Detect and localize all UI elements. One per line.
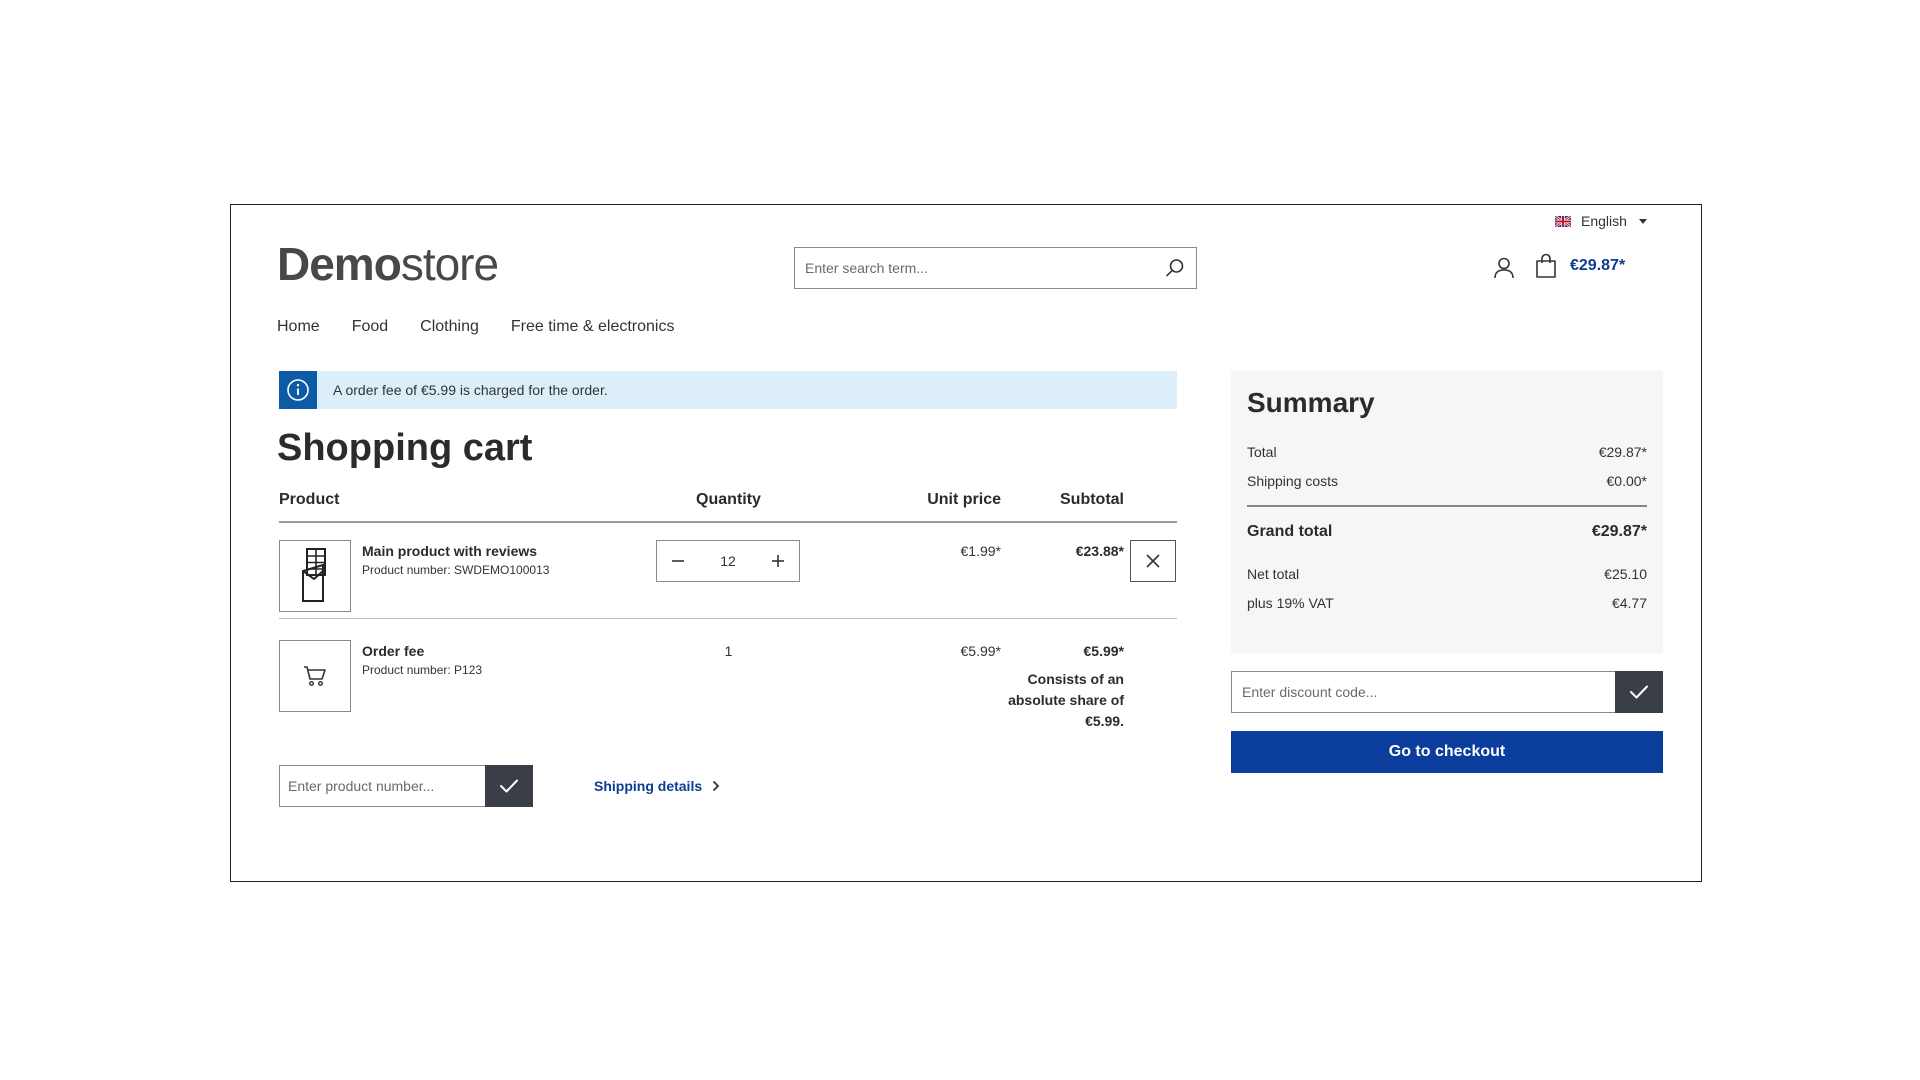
increase-quantity-button[interactable] (757, 541, 799, 581)
language-switcher[interactable]: English (1555, 213, 1647, 229)
product-number: Product number: P123 (362, 663, 483, 677)
order-fee-alert: A order fee of €5.99 is charged for the … (279, 371, 1177, 409)
summary-title: Summary (1247, 387, 1375, 418)
column-header-unit-price: Unit price (927, 491, 1001, 508)
discount-form (1231, 671, 1663, 713)
go-to-checkout-button[interactable]: Go to checkout (1231, 731, 1663, 773)
grand-total-label: Grand total (1247, 523, 1333, 540)
total-value: €29.87* (1598, 444, 1647, 460)
column-header-quantity: Quantity (696, 491, 761, 508)
unit-price: €1.99* (960, 543, 1001, 559)
table-header-divider (279, 521, 1177, 523)
nav-item-food[interactable]: Food (352, 318, 388, 336)
shopping-bag-icon (1536, 253, 1556, 278)
cart-button[interactable]: €29.87* (1534, 253, 1625, 279)
summary-shipping-row: Shipping costs €0.00* (1247, 473, 1647, 489)
logo-light-text: store (400, 238, 499, 290)
net-total-value: €25.10 (1604, 566, 1647, 582)
nav-item-clothing[interactable]: Clothing (420, 318, 479, 336)
quantity-value: 1 (724, 643, 733, 659)
summary-vat-row: plus 19% VAT €4.77 (1247, 595, 1647, 611)
shipping-details-label: Shipping details (594, 778, 703, 794)
product-name[interactable]: Main product with reviews (362, 543, 537, 559)
quantity-input[interactable] (699, 553, 757, 569)
product-thumbnail[interactable] (279, 540, 351, 612)
product-number-input[interactable] (279, 765, 485, 807)
search-button[interactable] (1154, 248, 1196, 288)
row-divider (279, 618, 1177, 619)
apply-discount-button[interactable] (1615, 671, 1663, 713)
main-navigation: Home Food Clothing Free time & electroni… (277, 318, 674, 336)
nav-item-free-time-electronics[interactable]: Free time & electronics (511, 318, 675, 336)
subtotal: €23.88* (1075, 543, 1124, 559)
add-product-button[interactable] (485, 765, 533, 807)
subtotal-note: Consists of an absolute share of €5.99. (1008, 671, 1124, 729)
checkmark-icon (1630, 685, 1648, 699)
info-icon (287, 379, 309, 401)
unit-price: €5.99* (960, 643, 1001, 659)
grand-total-value: €29.87* (1591, 523, 1647, 540)
total-label: Total (1247, 444, 1277, 460)
cart-icon (304, 666, 326, 687)
vat-value: €4.77 (1611, 595, 1647, 611)
cart-total: €29.87* (1570, 257, 1626, 274)
page-frame: English Demostore €29.87* Home Foo (230, 204, 1702, 882)
summary-net-total-row: Net total €25.10 (1247, 566, 1647, 582)
chevron-right-icon (712, 780, 720, 792)
close-icon (1146, 554, 1160, 568)
nav-item-home[interactable]: Home (277, 318, 320, 336)
shipping-costs-value: €0.00* (1606, 473, 1647, 489)
product-thumbnail (279, 640, 351, 712)
search-icon (1166, 259, 1184, 277)
chocolate-icon (302, 548, 326, 602)
column-header-subtotal: Subtotal (1060, 491, 1124, 508)
decrease-quantity-button[interactable] (657, 541, 699, 581)
user-icon (1494, 257, 1514, 279)
subtotal: €5.99* (1083, 643, 1124, 659)
vat-label: plus 19% VAT (1247, 595, 1334, 611)
language-label: English (1581, 213, 1627, 229)
info-icon-box (279, 371, 317, 409)
product-name: Order fee (362, 643, 425, 659)
alert-text: A order fee of €5.99 is charged for the … (333, 382, 608, 398)
net-total-label: Net total (1247, 566, 1300, 582)
column-header-product: Product (279, 491, 340, 508)
discount-code-input[interactable] (1231, 671, 1615, 713)
plus-icon (772, 555, 784, 567)
search-bar (794, 247, 1197, 289)
product-number: Product number: SWDEMO100013 (362, 563, 550, 577)
uk-flag-icon (1555, 215, 1571, 227)
search-input[interactable] (795, 248, 1154, 288)
account-button[interactable] (1491, 255, 1517, 281)
minus-icon (672, 560, 684, 562)
logo-bold-text: Demo (277, 238, 402, 290)
summary-total-row: Total €29.87* (1247, 444, 1647, 460)
order-summary: Summary Total €29.87* Shipping costs €0.… (1231, 371, 1663, 653)
add-product-form (279, 765, 533, 807)
caret-down-icon (1638, 218, 1647, 224)
store-logo[interactable]: Demostore (277, 238, 499, 290)
summary-grand-total-row: Grand total €29.87* (1247, 523, 1647, 541)
checkmark-icon (500, 779, 518, 793)
shipping-costs-label: Shipping costs (1247, 473, 1339, 489)
quantity-stepper (656, 540, 800, 582)
remove-item-button[interactable] (1130, 540, 1176, 582)
shipping-details-link[interactable]: Shipping details (594, 778, 720, 794)
summary-divider (1247, 505, 1647, 507)
page-title: Shopping cart (277, 427, 533, 469)
